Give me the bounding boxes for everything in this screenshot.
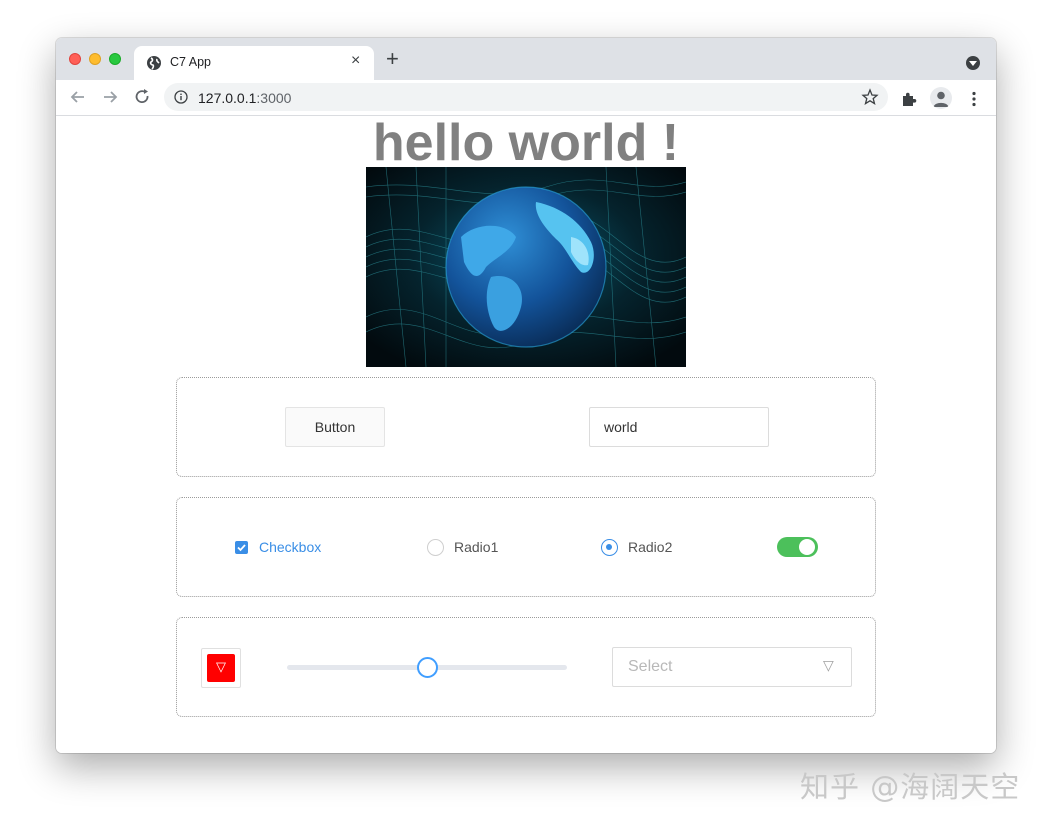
tab-title: C7 App [170, 55, 212, 69]
chevron-down-icon: ▽ [823, 657, 834, 673]
browser-tab[interactable]: C7 App × [134, 46, 374, 80]
close-window-button[interactable] [69, 53, 81, 65]
select-dropdown[interactable]: Select ▽ [612, 647, 852, 687]
browser-window: C7 App × + 127.0.0.1:3000 hello world ! … [56, 38, 996, 753]
address-bar[interactable]: 127.0.0.1:3000 [164, 83, 888, 111]
radio2-label[interactable]: Radio2 [628, 539, 672, 555]
minimize-window-button[interactable] [89, 53, 101, 65]
page-title: hello world ! [372, 114, 680, 172]
radio2[interactable] [601, 539, 618, 556]
color-picker[interactable]: ▽ [201, 648, 241, 688]
primary-button[interactable]: Button [285, 407, 385, 447]
page-content: hello world ! Button world Checkbox Radi… [56, 117, 996, 753]
text-input[interactable]: world [589, 407, 769, 447]
browser-toolbar: 127.0.0.1:3000 [56, 80, 996, 116]
tab-search-icon[interactable] [966, 56, 980, 70]
radio1-label[interactable]: Radio1 [454, 539, 498, 555]
site-info-icon[interactable] [174, 90, 188, 104]
slider-thumb[interactable] [417, 657, 438, 678]
tab-strip: C7 App × + [56, 38, 996, 80]
forward-arrow-icon[interactable] [100, 87, 120, 107]
extensions-puzzle-icon[interactable] [900, 90, 918, 108]
new-tab-icon[interactable]: + [386, 48, 399, 70]
checkbox[interactable] [235, 541, 248, 554]
bookmark-star-icon[interactable] [861, 88, 879, 106]
watermark: 知乎 @海阔天空 [800, 770, 1021, 804]
controls-panel: ▽ Select ▽ [176, 617, 876, 717]
globe-illustration [366, 167, 686, 367]
globe-favicon-icon [147, 56, 161, 70]
maximize-window-button[interactable] [109, 53, 121, 65]
url-text: 127.0.0.1:3000 [198, 90, 292, 106]
slider-track[interactable] [287, 657, 567, 678]
profile-avatar-icon[interactable] [930, 87, 952, 109]
color-swatch: ▽ [207, 654, 235, 682]
more-menu-icon[interactable] [965, 90, 983, 108]
back-arrow-icon[interactable] [68, 87, 88, 107]
toggle-knob [799, 539, 815, 555]
select-placeholder: Select [628, 658, 673, 675]
toggle-switch[interactable] [777, 537, 818, 557]
reload-icon[interactable] [132, 87, 152, 107]
tab-close-icon[interactable]: × [351, 52, 360, 70]
checkbox-label[interactable]: Checkbox [259, 539, 321, 555]
radio1[interactable] [427, 539, 444, 556]
color-dropdown-icon: ▽ [216, 659, 226, 674]
buttons-panel: Button world [176, 377, 876, 477]
options-panel: Checkbox Radio1 Radio2 [176, 497, 876, 597]
checkmark-icon [237, 544, 246, 552]
